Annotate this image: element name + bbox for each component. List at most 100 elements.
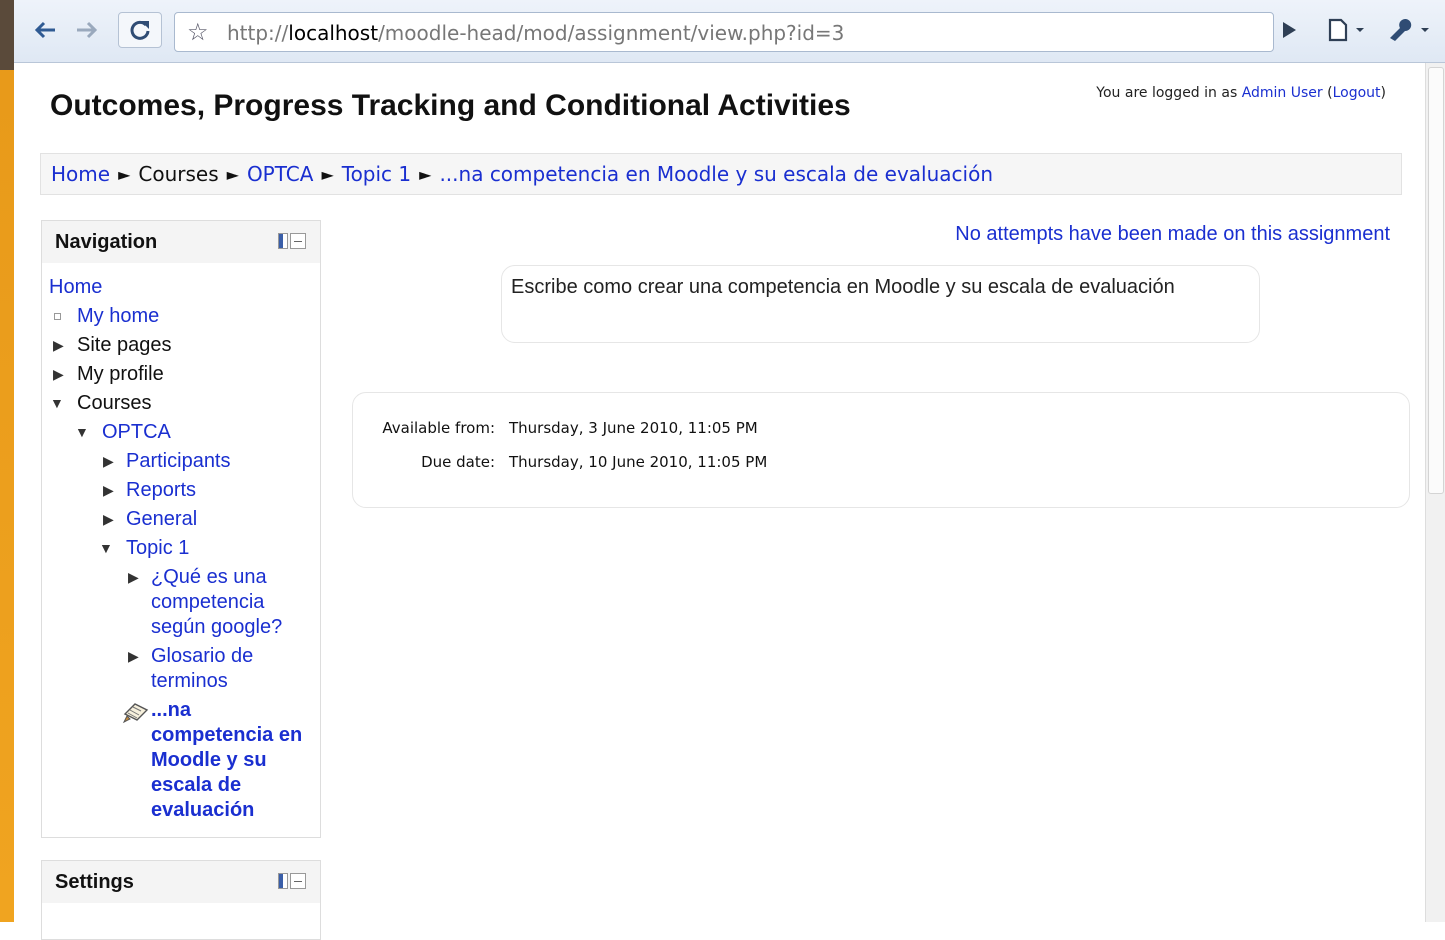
nav-site-pages-label[interactable]: Site pages: [77, 334, 172, 356]
logout-open-paren: (: [1322, 85, 1333, 101]
nav-item-my-profile[interactable]: ▶ My profile: [42, 360, 320, 389]
url-text[interactable]: http://localhost/moodle-head/mod/assignm…: [227, 21, 844, 45]
nav-item-que-es[interactable]: ▶ ¿Qué es una competencia según google?: [42, 563, 320, 640]
nav-optca-link[interactable]: OPTCA: [102, 421, 171, 443]
dock-icon[interactable]: [278, 233, 288, 249]
collapse-arrow-icon[interactable]: ▼: [75, 418, 89, 447]
bullet-icon: [54, 313, 61, 320]
expand-arrow-icon[interactable]: ▶: [103, 505, 114, 534]
nav-que-es-line1[interactable]: ¿Qué es una: [151, 566, 267, 588]
minimize-icon[interactable]: [290, 233, 306, 249]
collapse-arrow-icon[interactable]: ▼: [99, 534, 113, 563]
bookmark-star-icon[interactable]: ☆: [187, 18, 209, 46]
due-date-value: Thursday, 10 June 2010, 11:05 PM: [509, 453, 768, 471]
url-scheme: http://: [227, 21, 289, 45]
logout-link[interactable]: Logout: [1333, 85, 1381, 101]
moodle-page: Outcomes, Progress Tracking and Conditio…: [14, 63, 1426, 940]
block-controls: [278, 233, 306, 249]
forward-button[interactable]: [70, 12, 104, 48]
attempts-link[interactable]: No attempts have been made on this assig…: [955, 223, 1390, 246]
assignment-intro-text: Escribe como crear una competencia en Mo…: [511, 276, 1175, 298]
settings-block-header: Settings: [42, 861, 320, 903]
nav-item-general[interactable]: ▶ General: [42, 505, 320, 534]
breadcrumb-home[interactable]: Home: [51, 162, 110, 186]
nav-item-home[interactable]: Home: [42, 273, 320, 302]
assignment-intro-box: Escribe como crear una competencia en Mo…: [501, 265, 1260, 343]
url-host: localhost: [288, 21, 379, 45]
nav-glosario-line2[interactable]: terminos: [151, 670, 228, 692]
nav-general-link[interactable]: General: [126, 508, 197, 530]
wrench-icon: [1390, 19, 1429, 41]
nav-current-line4[interactable]: escala de: [151, 774, 241, 796]
nav-current-line2[interactable]: competencia en: [151, 724, 302, 746]
breadcrumb-topic[interactable]: Topic 1: [342, 162, 411, 186]
available-from-label: Available from:: [382, 419, 495, 437]
back-button[interactable]: [28, 12, 62, 48]
nav-item-optca[interactable]: ▼ OPTCA: [42, 418, 320, 447]
nav-current-line5[interactable]: evaluación: [151, 799, 254, 821]
forward-arrow-icon: [77, 21, 98, 39]
expand-arrow-icon[interactable]: ▶: [103, 476, 114, 505]
breadcrumb-separator: ►: [226, 164, 239, 184]
collapse-arrow-icon[interactable]: ▼: [50, 389, 64, 418]
nav-item-site-pages[interactable]: ▶ Site pages: [42, 331, 320, 360]
breadcrumb-separator: ►: [321, 164, 334, 184]
nav-my-home-link[interactable]: My home: [77, 305, 159, 327]
desktop-edge: [0, 0, 14, 922]
available-from-value: Thursday, 3 June 2010, 11:05 PM: [509, 419, 758, 437]
nav-item-topic1[interactable]: ▼ Topic 1: [42, 534, 320, 563]
expand-arrow-icon[interactable]: ▶: [53, 331, 64, 360]
assignment-icon: [122, 703, 149, 724]
nav-que-es-line2[interactable]: competencia: [151, 591, 264, 613]
due-date-label: Due date:: [421, 453, 495, 471]
breadcrumb-separator: ►: [419, 164, 432, 184]
page-menu-button[interactable]: [1324, 12, 1368, 48]
tools-menu-button[interactable]: [1386, 12, 1432, 48]
vertical-scrollbar[interactable]: [1425, 63, 1445, 922]
nav-item-current-assignment[interactable]: ...na competencia en Moodle y su escala …: [42, 694, 320, 823]
logout-close-paren: ): [1380, 85, 1386, 101]
nav-participants-link[interactable]: Participants: [126, 450, 231, 472]
reload-button[interactable]: [118, 12, 162, 48]
navigation-tree: Home My home ▶ Site pages ▶ My profile ▼…: [42, 263, 320, 829]
navigation-block-header: Navigation: [42, 221, 320, 263]
nav-home-link[interactable]: Home: [49, 276, 102, 298]
nav-que-es-line3[interactable]: según google?: [151, 616, 282, 638]
settings-title: Settings: [55, 870, 134, 893]
login-prefix: You are logged in as: [1096, 85, 1242, 101]
nav-courses-label[interactable]: Courses: [77, 392, 151, 414]
url-path: /moodle-head/mod/assignment/view.php?id=…: [378, 21, 845, 45]
nav-item-participants[interactable]: ▶ Participants: [42, 447, 320, 476]
navigation-block: Navigation Home My home ▶ Site pages ▶ M…: [41, 220, 321, 838]
settings-block: Settings: [41, 860, 321, 940]
go-button[interactable]: [1276, 12, 1302, 48]
nav-topic1-link[interactable]: Topic 1: [126, 537, 189, 559]
scrollbar-thumb[interactable]: [1428, 67, 1444, 494]
navigation-title: Navigation: [55, 230, 158, 253]
expand-arrow-icon[interactable]: ▶: [53, 360, 64, 389]
breadcrumb-current[interactable]: ...na competencia en Moodle y su escala …: [439, 162, 993, 186]
expand-arrow-icon[interactable]: ▶: [128, 565, 139, 590]
nav-item-glosario[interactable]: ▶ Glosario de terminos: [42, 640, 320, 694]
reload-icon: [130, 20, 150, 40]
expand-arrow-icon[interactable]: ▶: [103, 447, 114, 476]
nav-current-line1[interactable]: ...na: [151, 699, 191, 721]
breadcrumb-course[interactable]: OPTCA: [247, 162, 314, 186]
nav-item-reports[interactable]: ▶ Reports: [42, 476, 320, 505]
nav-my-profile-label[interactable]: My profile: [77, 363, 164, 385]
dock-icon[interactable]: [278, 873, 288, 889]
breadcrumb: Home ► Courses ► OPTCA ► Topic 1 ► ...na…: [40, 153, 1402, 195]
nav-item-courses[interactable]: ▼ Courses: [42, 389, 320, 418]
user-profile-link[interactable]: Admin User: [1242, 85, 1323, 101]
assignment-dates-box: Available from: Thursday, 3 June 2010, 1…: [352, 392, 1410, 508]
block-controls: [278, 873, 306, 889]
page-icon: [1328, 18, 1364, 42]
nav-item-my-home[interactable]: My home: [42, 302, 320, 331]
nav-current-line3[interactable]: Moodle y su: [151, 749, 267, 771]
minimize-icon[interactable]: [290, 873, 306, 889]
address-bar[interactable]: ☆ http://localhost/moodle-head/mod/assig…: [174, 12, 1274, 52]
breadcrumb-courses: Courses: [138, 162, 219, 186]
expand-arrow-icon[interactable]: ▶: [128, 644, 139, 669]
nav-glosario-line1[interactable]: Glosario de: [151, 645, 253, 667]
nav-reports-link[interactable]: Reports: [126, 479, 196, 501]
